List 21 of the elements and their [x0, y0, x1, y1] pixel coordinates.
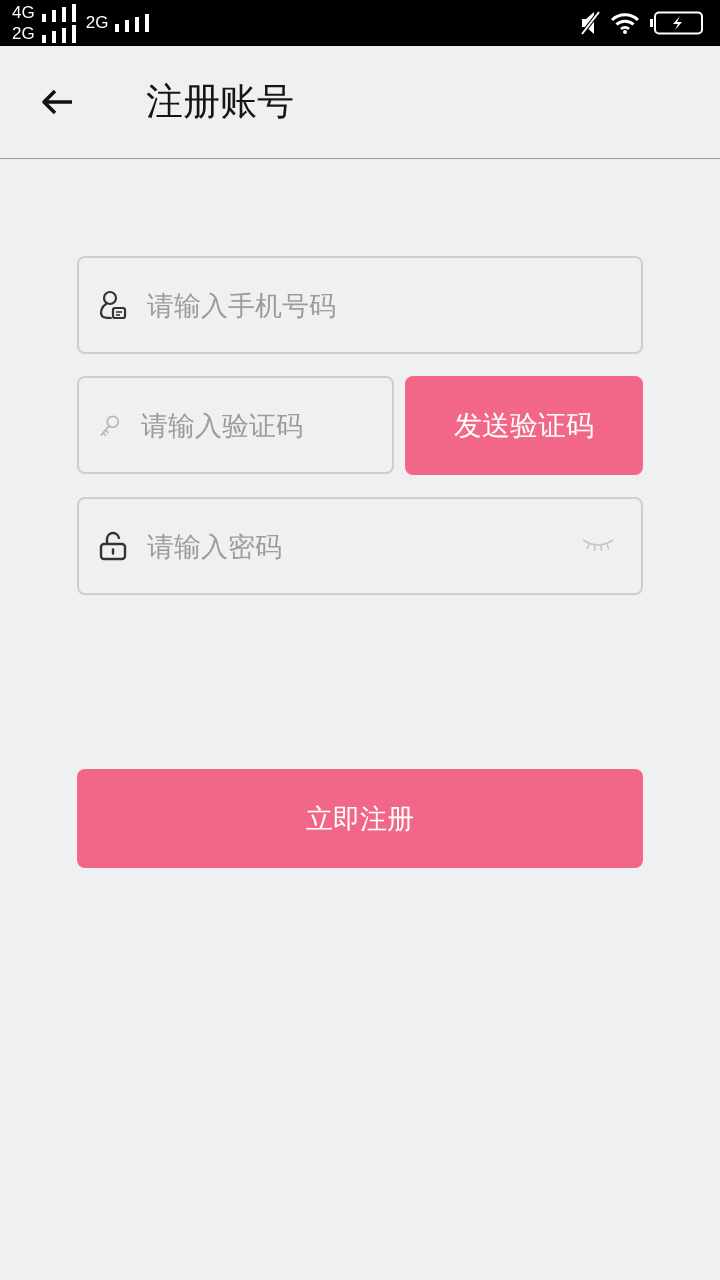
send-code-button[interactable]: 发送验证码 [405, 376, 643, 475]
code-input-field[interactable]: 请输入验证码 [77, 376, 394, 474]
signal-bars-icon [41, 24, 76, 43]
signal-bars-icon [41, 3, 76, 22]
unlocked-padlock-icon [99, 531, 127, 561]
verification-code-input[interactable]: 请输入验证码 [141, 405, 366, 445]
phone-number-input[interactable]: 请输入手机号码 [147, 285, 615, 325]
register-button[interactable]: 立即注册 [77, 769, 643, 868]
person-card-icon [99, 290, 127, 320]
network-type-label: 4G [12, 2, 35, 23]
key-icon [99, 412, 121, 438]
password-input[interactable]: 请输入密码 [147, 526, 561, 566]
password-input-field[interactable]: 请输入密码 [77, 497, 643, 595]
network-type-label: 2G [85, 13, 109, 33]
phone-input-field[interactable]: 请输入手机号码 [77, 256, 643, 354]
page-title: 注册账号 [146, 79, 294, 125]
wifi-icon [610, 12, 640, 34]
signal-bars-icon [115, 14, 150, 32]
mute-icon [581, 11, 600, 35]
back-arrow-icon [40, 88, 74, 116]
network-type-label: 2G [12, 23, 35, 44]
